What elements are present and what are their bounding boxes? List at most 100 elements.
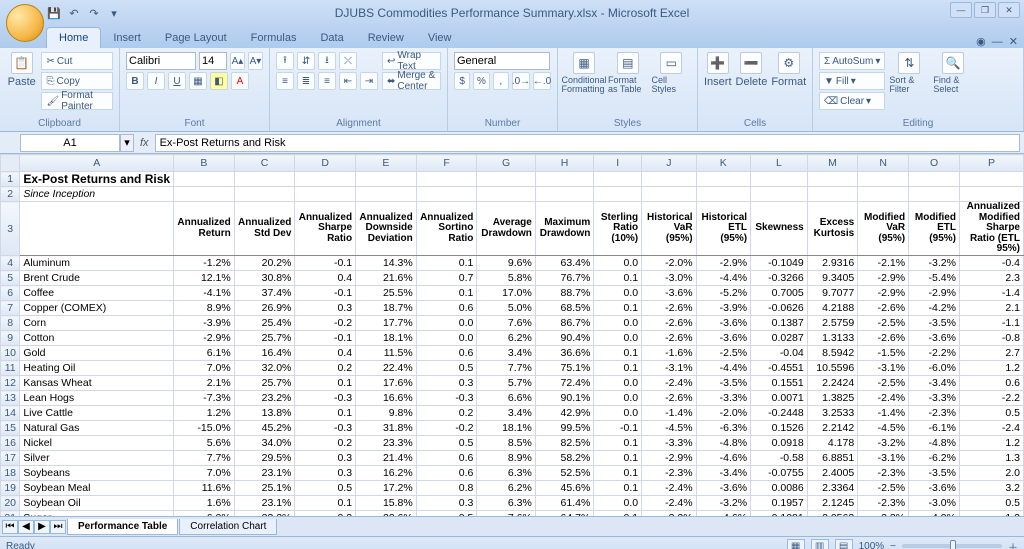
- cell-H12[interactable]: 72.4%: [535, 376, 593, 391]
- cell-G6[interactable]: 17.0%: [477, 286, 535, 301]
- cell-P17[interactable]: 1.3: [959, 451, 1023, 466]
- cell-N19[interactable]: -2.5%: [858, 481, 909, 496]
- cell-D15[interactable]: -0.3: [295, 421, 356, 436]
- cell-H2[interactable]: [535, 187, 593, 202]
- row-header-17[interactable]: 17: [1, 451, 20, 466]
- close-button[interactable]: ✕: [998, 2, 1020, 18]
- cell-J18[interactable]: -2.3%: [642, 466, 696, 481]
- row-header-9[interactable]: 9: [1, 331, 20, 346]
- header-cell-P[interactable]: Annualized Modified Sharpe Ratio (ETL 95…: [959, 202, 1023, 256]
- sheet-nav-next-icon[interactable]: ▶: [34, 520, 50, 534]
- cell-M1[interactable]: [807, 172, 857, 187]
- cut-button[interactable]: ✂Cut: [41, 52, 113, 70]
- cell-I4[interactable]: 0.0: [594, 256, 642, 271]
- cell-G1[interactable]: [477, 172, 535, 187]
- cell-M14[interactable]: 3.2533: [807, 406, 857, 421]
- cell-G17[interactable]: 8.9%: [477, 451, 535, 466]
- cell-J21[interactable]: -3.2%: [642, 511, 696, 517]
- cell-O17[interactable]: -6.2%: [909, 451, 960, 466]
- cell-P16[interactable]: 1.2: [959, 436, 1023, 451]
- column-header-D[interactable]: D: [295, 155, 356, 172]
- row-header-6[interactable]: 6: [1, 286, 20, 301]
- cell-J5[interactable]: -3.0%: [642, 271, 696, 286]
- fill-button[interactable]: ▼Fill▾: [819, 72, 885, 90]
- cell-B10[interactable]: 6.1%: [174, 346, 235, 361]
- row-header-15[interactable]: 15: [1, 421, 20, 436]
- cell-A21[interactable]: Sugar: [20, 511, 174, 517]
- cell-C15[interactable]: 45.2%: [234, 421, 295, 436]
- cell-O1[interactable]: [909, 172, 960, 187]
- cell-B4[interactable]: -1.2%: [174, 256, 235, 271]
- sheet-tab-correlation[interactable]: Correlation Chart: [179, 519, 277, 535]
- cell-G18[interactable]: 6.3%: [477, 466, 535, 481]
- cell-L15[interactable]: 0.1526: [751, 421, 808, 436]
- cell-I12[interactable]: 0.0: [594, 376, 642, 391]
- header-cell-J[interactable]: Historical VaR (95%): [642, 202, 696, 256]
- cell-M10[interactable]: 8.5942: [807, 346, 857, 361]
- cell-P1[interactable]: [959, 172, 1023, 187]
- cell-J9[interactable]: -2.6%: [642, 331, 696, 346]
- cell-E8[interactable]: 17.7%: [356, 316, 417, 331]
- formula-bar[interactable]: Ex-Post Returns and Risk: [155, 134, 1020, 152]
- cell-C2[interactable]: [234, 187, 295, 202]
- cell-I7[interactable]: 0.1: [594, 301, 642, 316]
- cell-H4[interactable]: 63.4%: [535, 256, 593, 271]
- cell-F5[interactable]: 0.7: [416, 271, 477, 286]
- cell-O12[interactable]: -3.4%: [909, 376, 960, 391]
- cell-O20[interactable]: -3.0%: [909, 496, 960, 511]
- cell-F13[interactable]: -0.3: [416, 391, 477, 406]
- column-header-P[interactable]: P: [959, 155, 1023, 172]
- cell-I5[interactable]: 0.1: [594, 271, 642, 286]
- cell-C12[interactable]: 25.7%: [234, 376, 295, 391]
- cell-K19[interactable]: -3.6%: [696, 481, 750, 496]
- cell-E12[interactable]: 17.6%: [356, 376, 417, 391]
- cell-D4[interactable]: -0.1: [295, 256, 356, 271]
- cell-M15[interactable]: 2.2142: [807, 421, 857, 436]
- cell-J14[interactable]: -1.4%: [642, 406, 696, 421]
- cell-P4[interactable]: -0.4: [959, 256, 1023, 271]
- cell-A9[interactable]: Cotton: [20, 331, 174, 346]
- cell-I11[interactable]: 0.1: [594, 361, 642, 376]
- save-icon[interactable]: 💾: [46, 5, 62, 21]
- cell-C8[interactable]: 25.4%: [234, 316, 295, 331]
- cell-F20[interactable]: 0.3: [416, 496, 477, 511]
- cell-K18[interactable]: -3.4%: [696, 466, 750, 481]
- cell-B5[interactable]: 12.1%: [174, 271, 235, 286]
- cell-N13[interactable]: -2.4%: [858, 391, 909, 406]
- cell-M20[interactable]: 2.1245: [807, 496, 857, 511]
- cell-N7[interactable]: -2.6%: [858, 301, 909, 316]
- cell-O4[interactable]: -3.2%: [909, 256, 960, 271]
- header-cell-H[interactable]: Maximum Drawdown: [535, 202, 593, 256]
- paste-button[interactable]: 📋Paste: [6, 52, 37, 88]
- cell-K21[interactable]: -4.6%: [696, 511, 750, 517]
- cell-B7[interactable]: 8.9%: [174, 301, 235, 316]
- cell-L12[interactable]: 0.1551: [751, 376, 808, 391]
- tab-page-layout[interactable]: Page Layout: [153, 28, 239, 48]
- cell-G5[interactable]: 5.8%: [477, 271, 535, 286]
- accounting-format-icon[interactable]: $: [454, 72, 470, 90]
- sheet-tab-performance[interactable]: Performance Table: [67, 519, 178, 535]
- office-button[interactable]: [6, 4, 44, 42]
- cell-I8[interactable]: 0.0: [594, 316, 642, 331]
- cell-D7[interactable]: 0.3: [295, 301, 356, 316]
- indent-increase-icon[interactable]: ⇥: [360, 72, 378, 90]
- cell-B15[interactable]: -15.0%: [174, 421, 235, 436]
- cell-K6[interactable]: -5.2%: [696, 286, 750, 301]
- row-header-10[interactable]: 10: [1, 346, 20, 361]
- cell-O16[interactable]: -4.8%: [909, 436, 960, 451]
- cell-H21[interactable]: 64.7%: [535, 511, 593, 517]
- cell-N4[interactable]: -2.1%: [858, 256, 909, 271]
- increase-decimal-icon[interactable]: .0→: [512, 72, 530, 90]
- cell-G12[interactable]: 5.7%: [477, 376, 535, 391]
- cell-C10[interactable]: 16.4%: [234, 346, 295, 361]
- cell-K2[interactable]: [696, 187, 750, 202]
- cell-M13[interactable]: 1.3825: [807, 391, 857, 406]
- tab-formulas[interactable]: Formulas: [239, 28, 309, 48]
- tab-data[interactable]: Data: [308, 28, 355, 48]
- column-header-K[interactable]: K: [696, 155, 750, 172]
- row-header-16[interactable]: 16: [1, 436, 20, 451]
- cell-G8[interactable]: 7.6%: [477, 316, 535, 331]
- grow-font-icon[interactable]: A▴: [230, 52, 245, 70]
- view-normal-icon[interactable]: ▦: [787, 539, 805, 549]
- ribbon-minimize-icon[interactable]: —: [992, 36, 1003, 48]
